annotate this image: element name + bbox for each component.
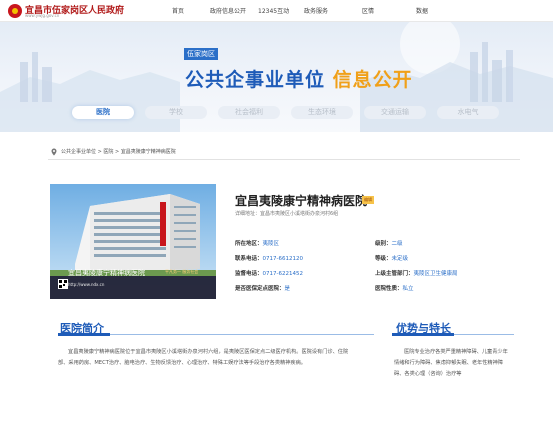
info-nature-value[interactable]: 私立 [403,286,414,292]
hospital-name: 宜昌夷陵康宁精神病医院 [235,194,368,208]
hero-banner: 伍家岗区 公共企事业单位 信息公开 医院 学校 社会福利 生态环境 交通运输 水… [0,22,553,132]
info-phone-label: 联系电话： [235,256,263,262]
government-emblem-icon [8,4,22,18]
photo-caption-slogan: 平凡务一 服务社会 [165,269,199,274]
nav-gov-info[interactable]: 政府信息公开 [210,6,246,15]
breadcrumb-bar: 公共企事业单位 > 医院 > 宜昌夷陵康宁精神病医院 [48,146,520,160]
page-title-accent: 信息公开 [332,69,413,91]
features-body: 医院专业治疗各类严重精神障碍、儿童青少年情绪和行为障碍、焦虑抑郁失眠、老年性精神… [394,349,508,377]
tab-school[interactable]: 学校 [145,106,207,119]
tab-social-welfare[interactable]: 社会福利 [218,106,280,119]
info-level-value[interactable]: 二级 [392,241,403,247]
breadcrumb[interactable]: 公共企事业单位 > 医院 > 宜昌夷陵康宁精神病医院 [61,148,176,155]
photo-caption-url: http://www.ndx.cn [68,282,105,287]
tab-transport[interactable]: 交通运输 [364,106,426,119]
info-district-value[interactable]: 夷陵区 [263,241,280,247]
info-grade-label: 等级： [375,256,392,262]
intro-divider-accent [58,333,110,336]
info-phone: 联系电话：0717-6612120 [235,254,303,262]
location-pin-icon [51,148,57,156]
info-nature-label: 医院性质： [375,286,403,292]
top-nav-bar: 宜昌市伍家岗区人民政府 www.ywjg.gov.cn 首页 政府信息公开 12… [0,0,553,22]
district-badge: 伍家岗区 [184,48,218,60]
nav-services[interactable]: 政务服务 [304,6,328,15]
nav-district[interactable]: 区情 [362,6,374,15]
info-insurance-value[interactable]: 是 [285,286,291,292]
info-insurance: 是否医保定点医院：是 [235,284,290,292]
info-nature: 医院性质：私立 [375,284,414,292]
tab-ecology[interactable]: 生态环境 [291,106,353,119]
hospital-address: 详细地址：宜昌市夷陵区小溪塔街办泉河村6组 [235,211,339,217]
info-level: 级别：二级 [375,239,403,247]
info-authority-label: 上级主管部门： [375,271,414,277]
info-supervise-value[interactable]: 0717-6221452 [263,271,303,277]
info-authority: 上级主管部门：夷陵区卫生健康局 [375,269,458,277]
hospital-tag-badge[interactable]: 编辑 [362,196,374,204]
info-authority-value[interactable]: 夷陵区卫生健康局 [414,271,458,277]
nav-12345[interactable]: 12345互动 [258,6,289,15]
page-title-main: 公共企事业单位 [185,69,326,91]
nav-home[interactable]: 首页 [172,6,184,15]
features-divider-accent [392,333,454,336]
info-supervise-label: 监督电话： [235,271,263,277]
info-supervise-phone: 监督电话：0717-6221452 [235,269,303,277]
info-level-label: 级别： [375,241,392,247]
info-grade: 等级：未定级 [375,254,408,262]
tab-hospital[interactable]: 医院 [72,106,134,119]
info-district: 所在地区：夷陵区 [235,239,279,247]
site-url: www.ywjg.gov.cn [25,13,60,18]
nav-data[interactable]: 数据 [416,6,428,15]
info-insurance-label: 是否医保定点医院： [235,286,285,292]
info-grade-value[interactable]: 未定级 [392,256,409,262]
tab-utilities[interactable]: 水电气 [437,106,499,119]
info-phone-value[interactable]: 0717-6612120 [263,256,303,262]
intro-body: 宜昌夷陵康宁精神病医院位于宜昌市夷陵区小溪塔街办泉河村六组，是夷陵区医保定点二级… [58,349,349,366]
page-title: 公共企事业单位 信息公开 [185,65,413,92]
photo-caption-title: 宜昌夷陵康宁精神病医院 [68,269,145,277]
info-district-label: 所在地区： [235,241,263,247]
